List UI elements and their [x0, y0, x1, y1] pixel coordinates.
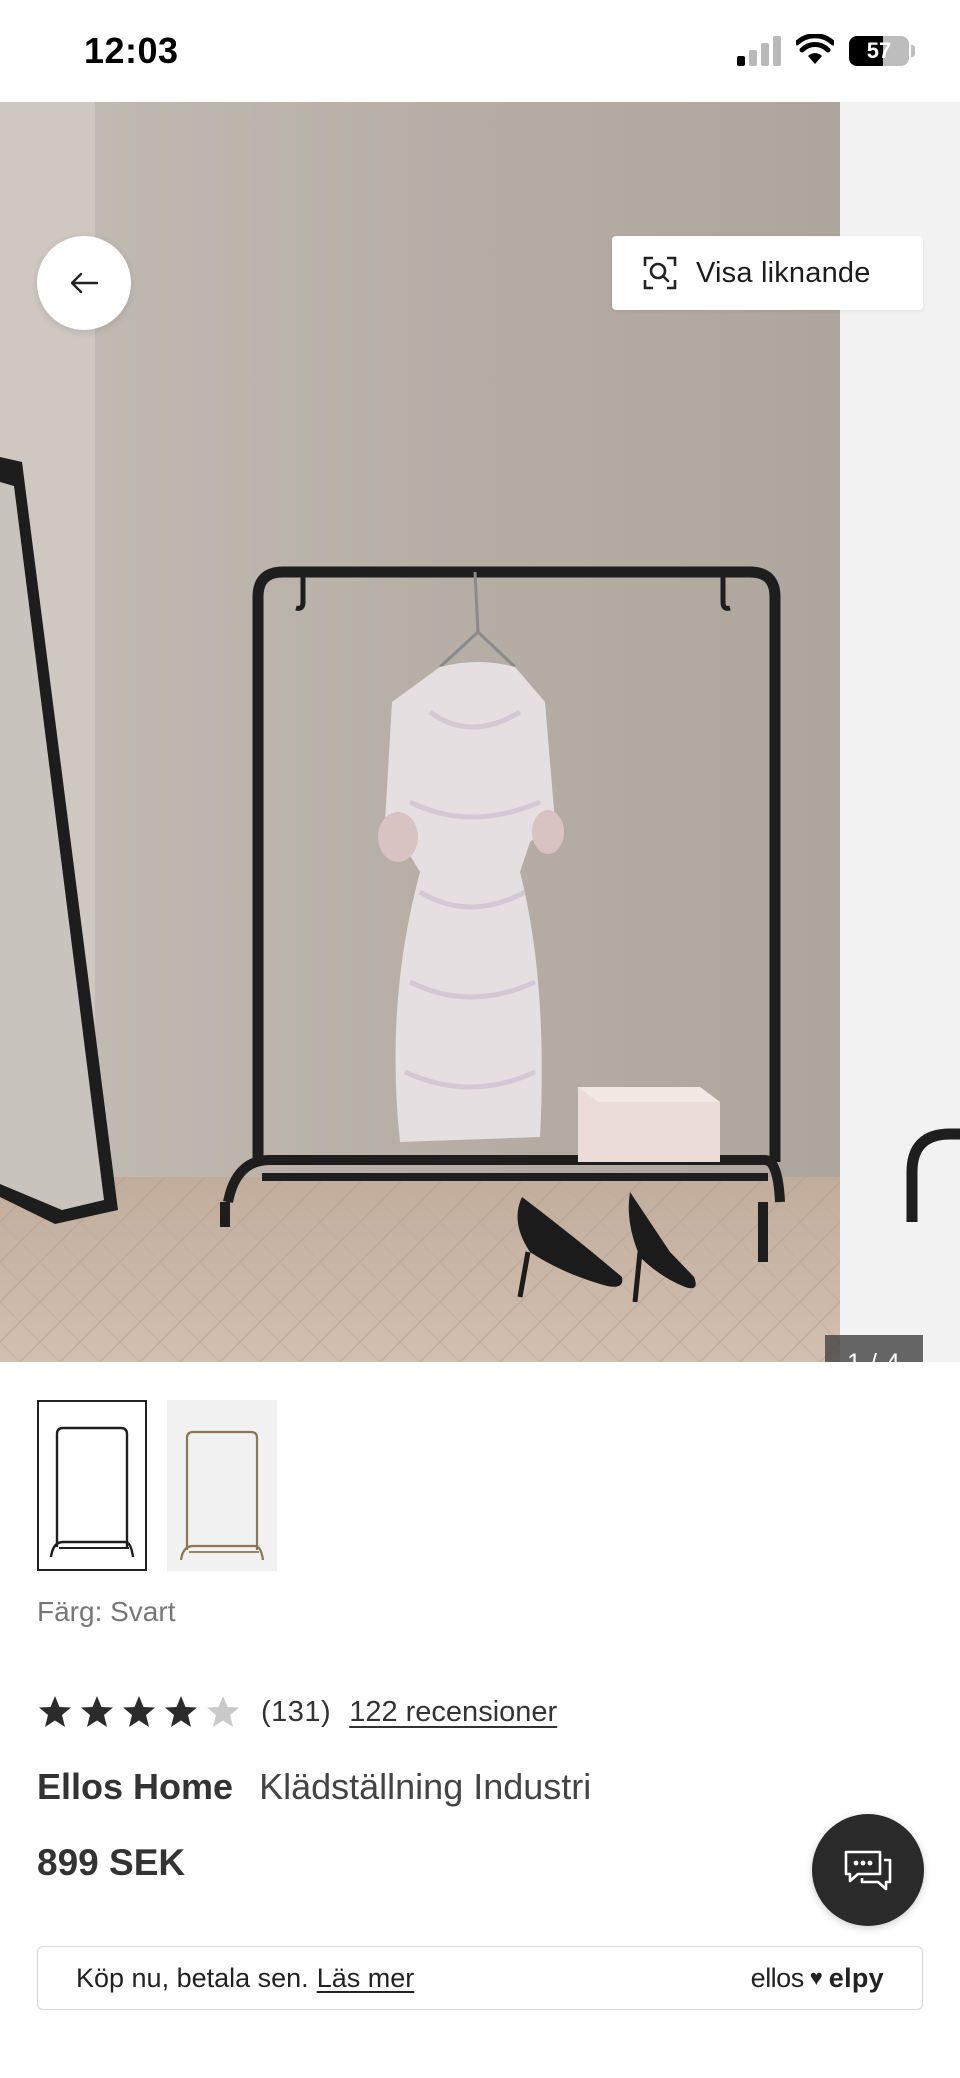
rating-row: (131) 122 recensioner	[37, 1690, 557, 1734]
status-bar: 12:03 57	[0, 0, 960, 102]
chat-button[interactable]	[812, 1814, 924, 1926]
rating-stars	[37, 1694, 247, 1730]
thumbnail-image	[49, 1426, 135, 1558]
image-counter: 1 / 4	[825, 1335, 923, 1362]
read-more-link[interactable]: Läs mer	[317, 1963, 415, 1994]
star-filled-icon	[81, 1696, 113, 1727]
product-title: Ellos Home Klädställning Industri	[37, 1766, 591, 1808]
chat-bubbles-icon	[844, 1850, 892, 1891]
color-variant-thumbnail-gold[interactable]	[167, 1400, 277, 1571]
star-filled-icon	[123, 1696, 155, 1727]
battery-indicator: 57	[849, 36, 909, 66]
product-price: 899 SEK	[37, 1842, 186, 1883]
pay-later-banner[interactable]: Köp nu, betala sen. Läs mer ellos ♥ elpy	[37, 1946, 923, 2010]
thumbnail-image	[179, 1430, 265, 1561]
logo-elpy-text: elpy	[828, 1962, 884, 1993]
arrow-left-icon	[70, 272, 99, 294]
star-filled-icon	[39, 1696, 71, 1727]
product-name: Klädställning Industri	[259, 1766, 592, 1807]
battery-tip	[911, 45, 915, 57]
product-image-gallery[interactable]: Visa liknande 1 / 4	[0, 102, 960, 1362]
battery-level: 57	[866, 38, 892, 63]
cellular-signal-icon	[737, 36, 781, 66]
wifi-icon	[796, 34, 834, 64]
show-similar-label: Visa liknande	[696, 256, 871, 289]
back-button[interactable]	[37, 236, 131, 330]
star-empty-icon	[207, 1696, 239, 1727]
color-variant-thumbnail-black[interactable]	[37, 1400, 147, 1571]
rating-count: (131)	[261, 1695, 332, 1728]
heart-icon: ♥	[809, 1965, 823, 1990]
logo-ellos-text: ellos	[750, 1962, 805, 1993]
ellos-elpy-logo: ellos ♥ elpy	[751, 1963, 884, 1994]
status-time: 12:03	[84, 30, 179, 71]
pay-later-text: Köp nu, betala sen.	[76, 1962, 309, 1993]
show-similar-button[interactable]: Visa liknande	[612, 236, 923, 310]
product-brand[interactable]: Ellos Home	[37, 1766, 233, 1807]
star-filled-icon	[165, 1696, 197, 1727]
visual-search-icon	[643, 256, 677, 290]
color-label: Färg: Svart	[37, 1596, 176, 1627]
reviews-link[interactable]: 122 recensioner	[349, 1696, 557, 1729]
